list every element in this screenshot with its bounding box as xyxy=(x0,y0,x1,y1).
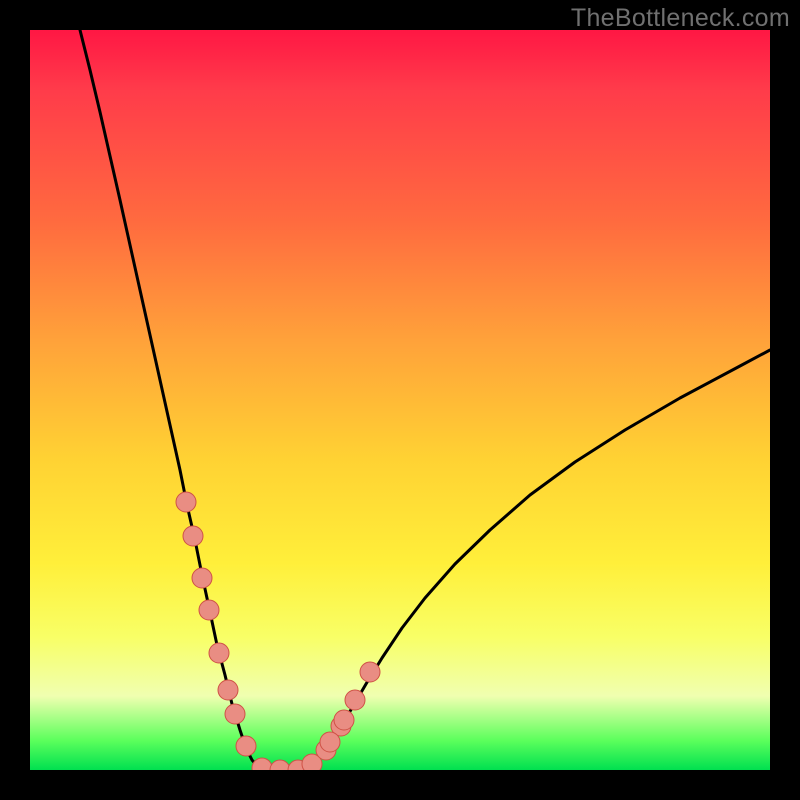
gradient-plot-area xyxy=(30,30,770,770)
chart-frame: TheBottleneck.com xyxy=(0,0,800,800)
watermark-text: TheBottleneck.com xyxy=(571,4,790,33)
